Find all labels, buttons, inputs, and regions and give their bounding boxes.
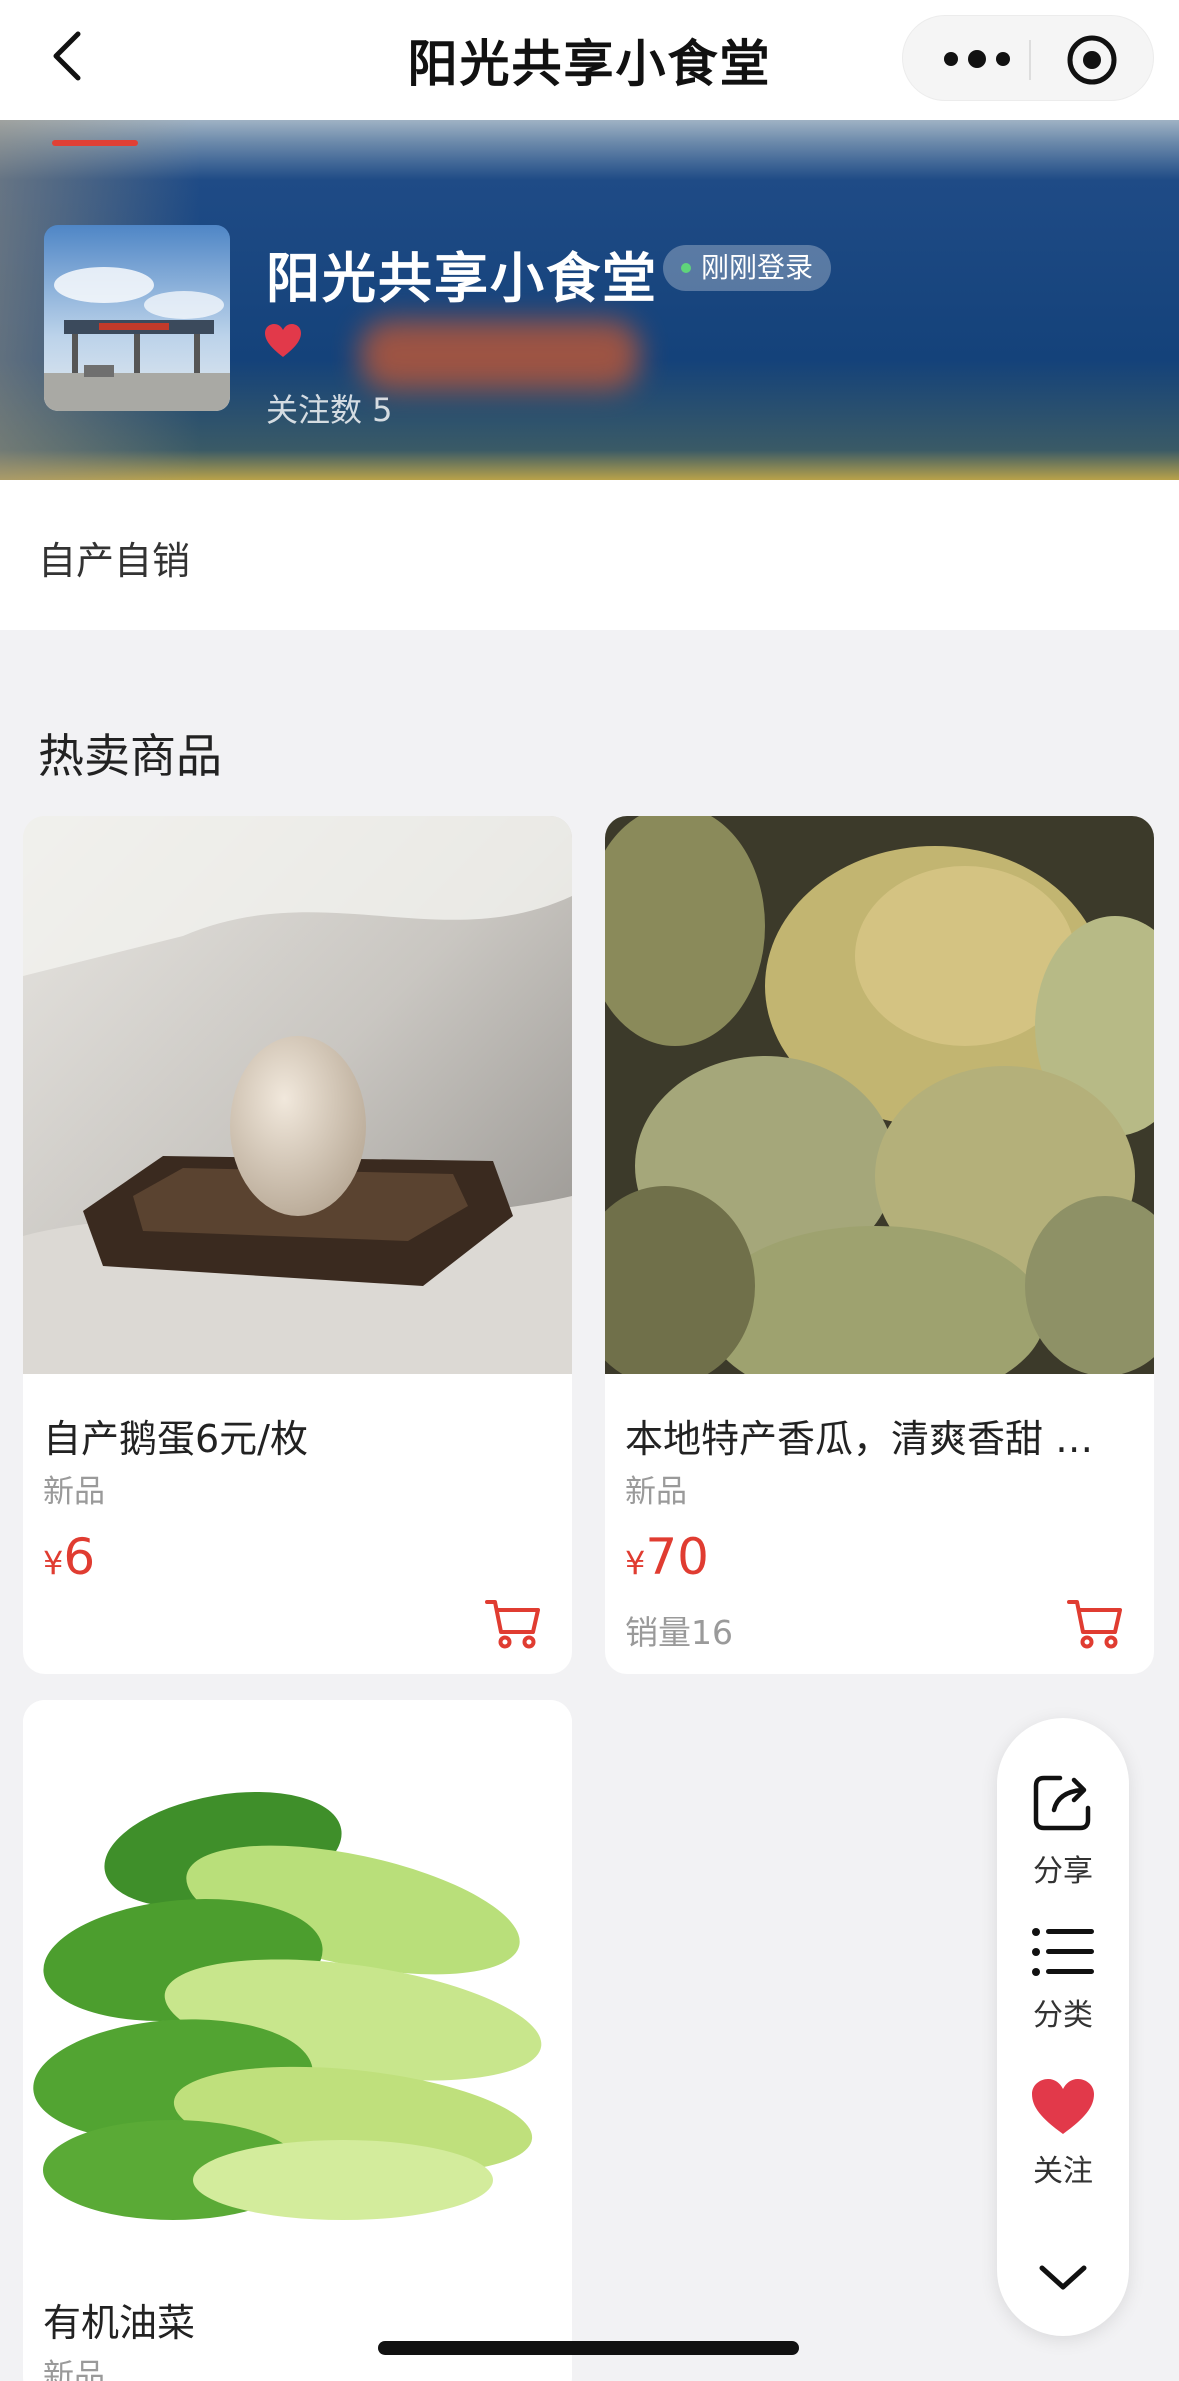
floating-action-menu: 分享 分类 关注 xyxy=(997,1718,1129,2336)
product-name[interactable]: 自产鹅蛋6元/枚 xyxy=(43,1408,553,1463)
product-card[interactable]: 自产鹅蛋6元/枚 新品 ¥6 xyxy=(23,816,572,1674)
shop-avatar[interactable] xyxy=(44,225,230,411)
category-button[interactable]: 分类 xyxy=(997,1924,1129,2034)
product-sales: 销量16 xyxy=(625,1613,733,1652)
status-badge: 刚刚登录 xyxy=(663,245,832,291)
collapse-button[interactable] xyxy=(997,2263,1129,2293)
home-indicator xyxy=(378,2341,799,2355)
product-tag: 新品 xyxy=(43,1474,105,1510)
product-price: ¥70 xyxy=(625,1528,709,1586)
mini-program-capsule xyxy=(902,15,1154,101)
cart-icon[interactable] xyxy=(1065,1596,1125,1652)
more-icon[interactable] xyxy=(933,38,1021,80)
product-price: ¥6 xyxy=(43,1528,96,1586)
shop-name: 阳光共享小食堂 xyxy=(266,247,658,310)
product-image[interactable] xyxy=(605,816,1154,1374)
section-title: 热卖商品 xyxy=(38,729,222,783)
follow-button[interactable]: 关注 xyxy=(997,2078,1129,2190)
banner-decoration xyxy=(360,320,640,390)
tab-indicator xyxy=(52,140,138,146)
share-label: 分享 xyxy=(1033,1854,1093,1889)
follow-label: 关注 xyxy=(1033,2154,1093,2189)
product-tag: 新品 xyxy=(625,1474,687,1510)
shop-banner: 阳光共享小食堂 刚刚登录 关注数 5 xyxy=(0,120,1179,480)
share-icon xyxy=(1033,1775,1091,1831)
heart-icon xyxy=(265,324,301,357)
share-button[interactable]: 分享 xyxy=(997,1770,1129,1890)
product-tag: 新品 xyxy=(43,2358,105,2381)
list-icon xyxy=(1032,1928,1094,1976)
product-name[interactable]: 有机油菜 xyxy=(43,2292,553,2347)
follower-count: 关注数 5 xyxy=(266,391,393,429)
product-image[interactable] xyxy=(23,1700,572,2258)
category-label: 分类 xyxy=(1033,1998,1093,2033)
nav-bar: 阳光共享小食堂 xyxy=(0,0,1179,120)
capsule-divider xyxy=(1029,40,1031,80)
shop-tagline: 自产自销 xyxy=(38,539,191,583)
chevron-down-icon xyxy=(1039,2265,1087,2290)
product-card[interactable]: 本地特产香瓜，清爽香甜 … 新品 ¥70 销量16 xyxy=(605,816,1154,1674)
shop-description: 自产自销 xyxy=(0,480,1179,630)
target-icon[interactable] xyxy=(1066,34,1118,86)
status-text: 刚刚登录 xyxy=(701,251,814,284)
online-dot xyxy=(681,263,691,273)
product-image[interactable] xyxy=(23,816,572,1374)
product-name[interactable]: 本地特产香瓜，清爽香甜 … xyxy=(625,1408,1135,1463)
product-card[interactable]: 有机油菜 新品 xyxy=(23,1700,572,2381)
heart-icon xyxy=(1032,2079,1094,2134)
cart-icon[interactable] xyxy=(483,1596,543,1652)
